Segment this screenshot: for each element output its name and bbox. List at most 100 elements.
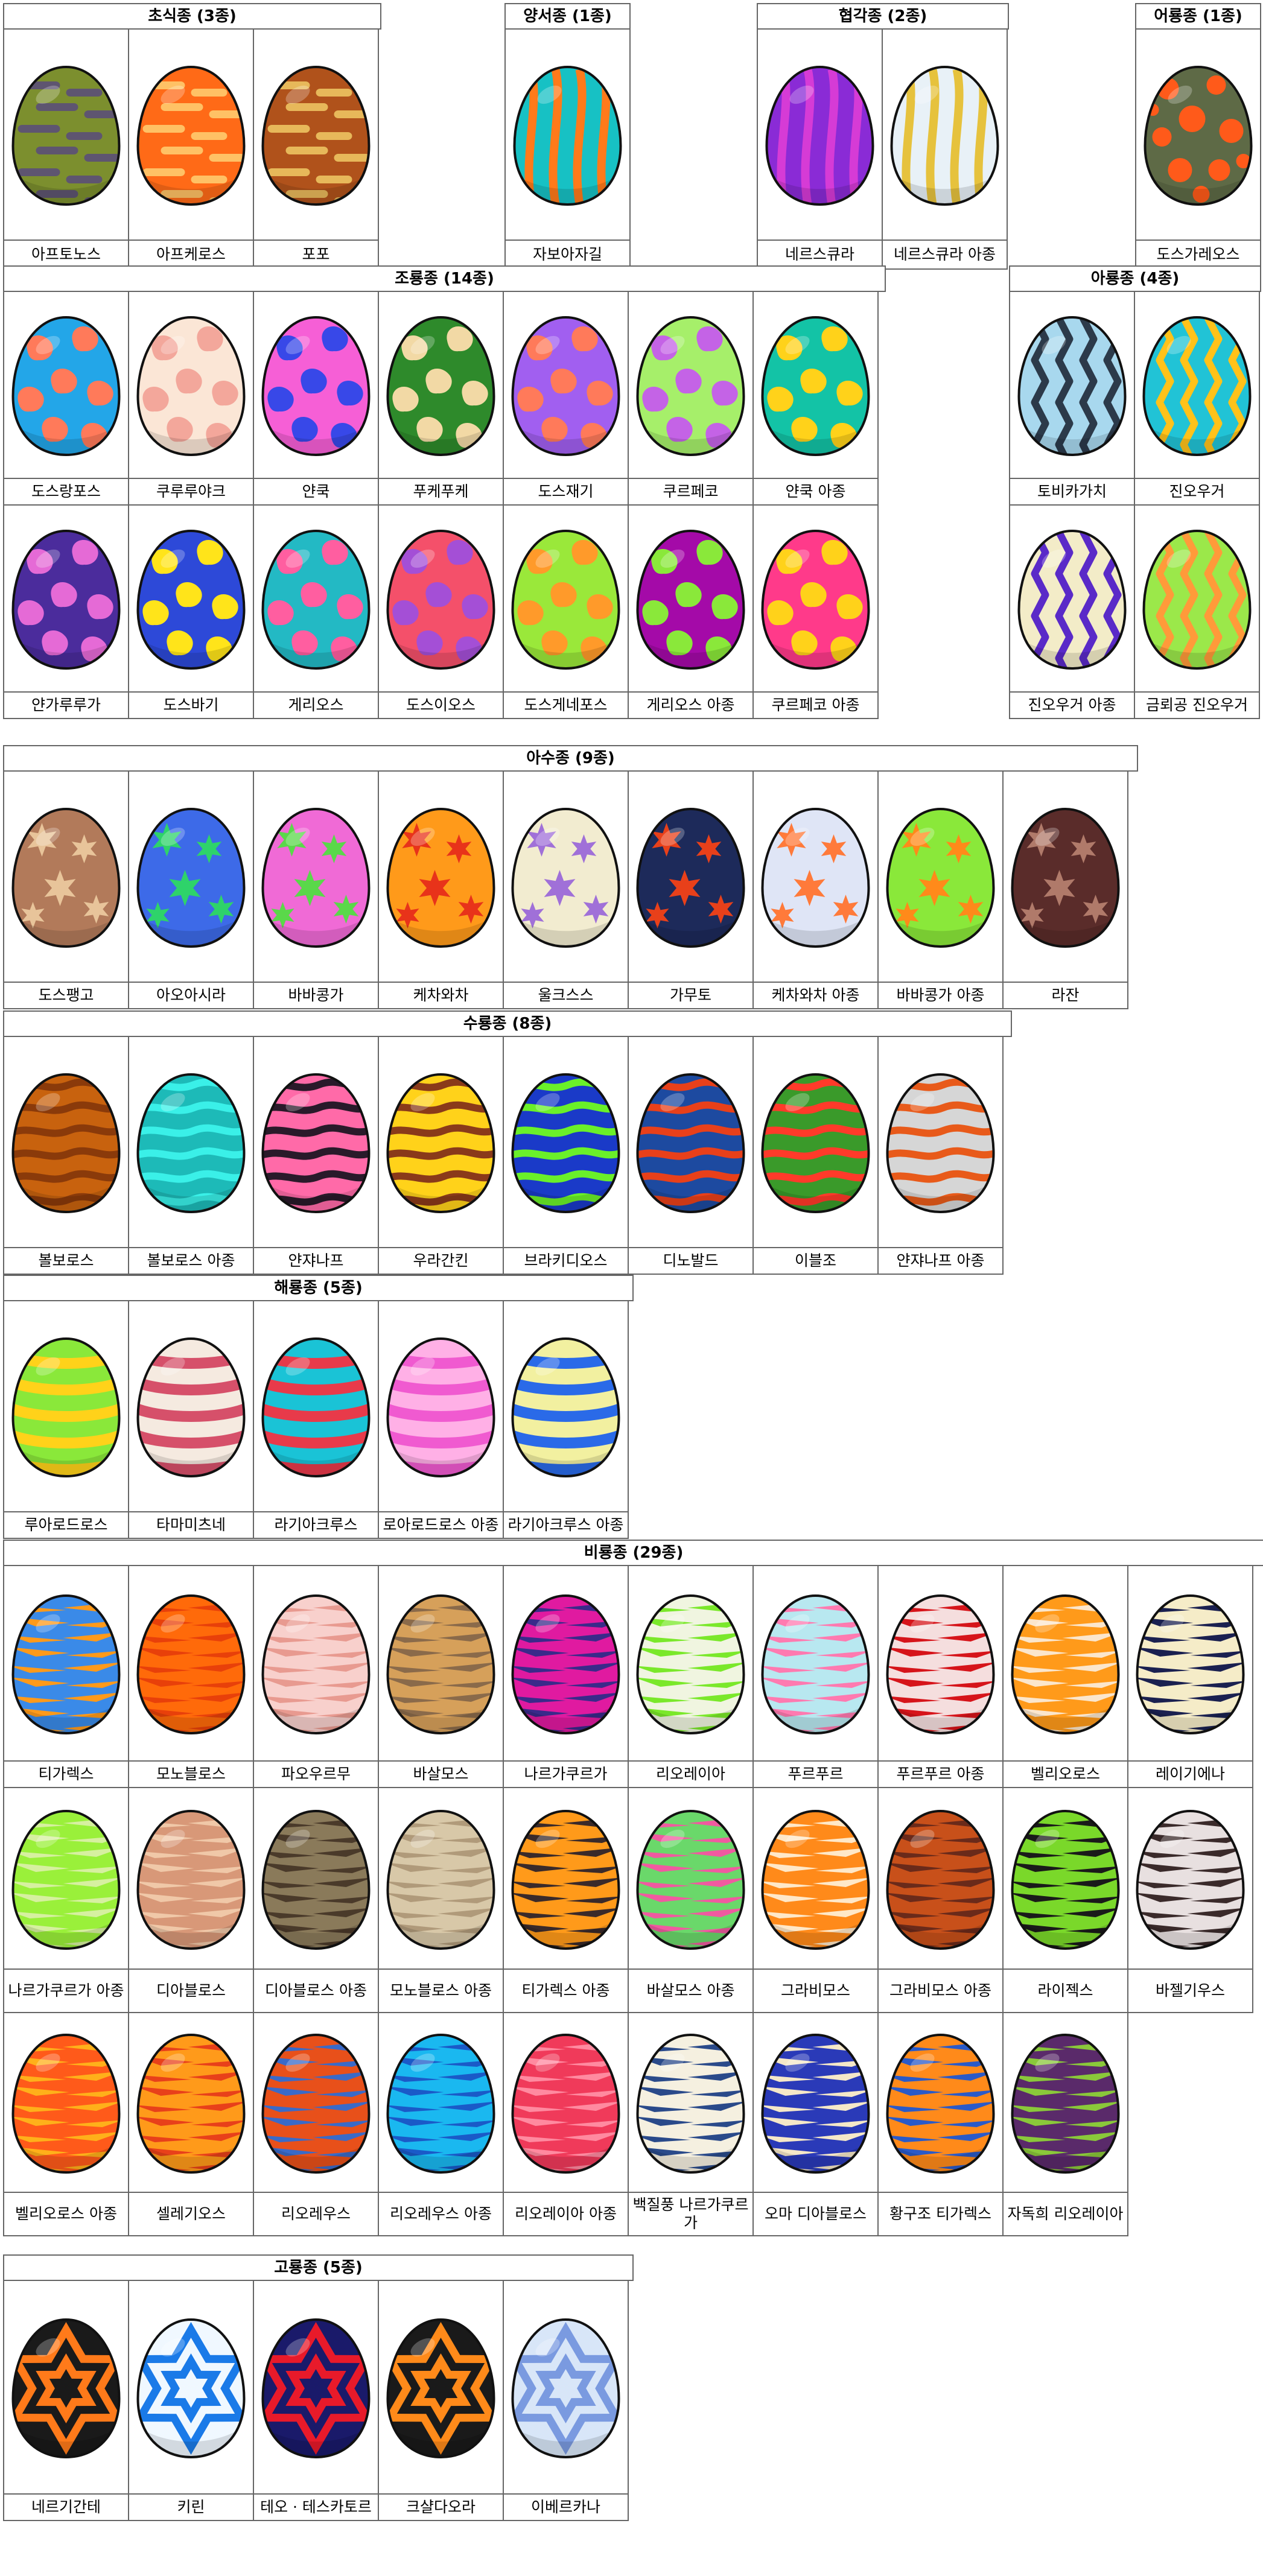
egg-icon: [129, 2013, 253, 2194]
egg-name: 게리오스 아종: [629, 691, 752, 718]
egg-icon: [379, 2281, 503, 2496]
egg-name: 토비카가치: [1010, 478, 1134, 504]
egg-cell: 아오아시라: [128, 770, 254, 1009]
egg-cell: 셀레기오스: [128, 2012, 254, 2236]
egg-name: 얀쿡: [254, 478, 378, 504]
egg-cell: 파오우르무: [253, 1565, 379, 1788]
egg-cell: 타마미츠네: [128, 1300, 254, 1539]
group-title: 수룡종 (8종): [3, 1010, 1012, 1037]
egg-name: 도스바기: [129, 691, 253, 718]
egg-cell: 키린: [128, 2280, 254, 2521]
egg-icon: [1004, 1788, 1127, 1971]
egg-cell: 나르가쿠르가: [503, 1565, 629, 1788]
egg-icon: [379, 506, 503, 694]
egg-cell: 리오레이아 아종: [503, 2012, 629, 2236]
egg-icon: [129, 1788, 253, 1971]
egg-name: 라기아크루스: [254, 1511, 378, 1538]
egg-name: 푸르푸르: [754, 1760, 877, 1787]
egg-cell: 얀쟈나프 아종: [877, 1036, 1004, 1275]
egg-cell: 모노블로스: [128, 1565, 254, 1788]
egg-name: 루아로드로스: [4, 1511, 128, 1538]
egg-cell: 티가렉스: [3, 1565, 129, 1788]
egg-name: 쿠루루야크: [129, 478, 253, 504]
egg-cell: 금뢰공 진오우거: [1134, 504, 1260, 719]
egg-name: 로아로드로스 아종: [379, 1511, 503, 1538]
egg-name: 리오레이아 아종: [504, 2192, 628, 2235]
egg-name: 우라간킨: [379, 1247, 503, 1274]
egg-icon: [1128, 1566, 1252, 1763]
egg-name: 네르기간테: [4, 2493, 128, 2520]
egg-name: 타마미츠네: [129, 1511, 253, 1538]
egg-name: 티가렉스 아종: [504, 1968, 628, 2012]
egg-icon: [754, 506, 877, 694]
egg-name: 볼보로스 아종: [129, 1247, 253, 1274]
egg-cell: 그라비모스: [752, 1787, 879, 2013]
egg-icon: [629, 1788, 752, 1971]
egg-cell: 바살모스: [378, 1565, 504, 1788]
egg-name: 테오 · 테스카토르: [254, 2493, 378, 2520]
egg-name: 도스이오스: [379, 691, 503, 718]
egg-cell: 리오레우스 아종: [378, 2012, 504, 2236]
egg-cell: 가무토: [628, 770, 754, 1009]
egg-icon: [4, 772, 128, 984]
egg-icon: [379, 1566, 503, 1763]
egg-name: 도스랑포스: [4, 478, 128, 504]
egg-name: 금뢰공 진오우거: [1135, 691, 1259, 718]
egg-cell: 진오우거 아종: [1009, 504, 1135, 719]
egg-icon: [1128, 1788, 1252, 1971]
egg-cell: 바젤기우스: [1127, 1787, 1253, 2013]
egg-name: 푸르푸르 아종: [879, 1760, 1002, 1787]
egg-name: 바젤기우스: [1128, 1968, 1252, 2012]
egg-icon: [754, 292, 877, 480]
egg-cell: 라기아크루스 아종: [503, 1300, 629, 1539]
egg-icon: [4, 292, 128, 480]
egg-icon: [379, 2013, 503, 2194]
group-title: 조룡종 (14종): [3, 265, 886, 292]
egg-name: 황구조 티가렉스: [879, 2192, 1002, 2235]
egg-icon: [254, 1037, 378, 1249]
egg-name: 모노블로스 아종: [379, 1968, 503, 2012]
egg-name: 리오레우스 아종: [379, 2192, 503, 2235]
group-title: 어룡종 (1종): [1135, 3, 1261, 30]
egg-cell: 벨리오로스: [1002, 1565, 1128, 1788]
egg-name: 나르가쿠르가: [504, 1760, 628, 1787]
egg-icon: [4, 1037, 128, 1249]
egg-name: 자보아자길: [506, 240, 629, 268]
egg-icon: [129, 2281, 253, 2496]
egg-cell: 아프케로스: [128, 28, 254, 270]
egg-icon: [129, 1037, 253, 1249]
egg-name: 모노블로스: [129, 1760, 253, 1787]
egg-cell: 라이젝스: [1002, 1787, 1128, 2013]
egg-name: 아프케로스: [129, 240, 253, 268]
egg-icon: [4, 1301, 128, 1514]
egg-icon: [1004, 2013, 1127, 2194]
egg-cell: 푸르푸르: [752, 1565, 879, 1788]
egg-cell: 이베르카나: [503, 2280, 629, 2521]
egg-icon: [4, 2281, 128, 2496]
egg-icon: [379, 292, 503, 480]
egg-cell: 나르가쿠르가 아종: [3, 1787, 129, 2013]
egg-cell: 자독희 리오레이아: [1002, 2012, 1128, 2236]
egg-name: 바살모스: [379, 1760, 503, 1787]
egg-cell: 도스팽고: [3, 770, 129, 1009]
egg-name: 오마 디아블로스: [754, 2192, 877, 2235]
egg-name: 얀쿡 아종: [754, 478, 877, 504]
group-title: 양서종 (1종): [504, 3, 631, 30]
egg-cell: 황구조 티가렉스: [877, 2012, 1004, 2236]
egg-name: 쿠르페코: [629, 478, 752, 504]
egg-icon: [254, 30, 378, 242]
egg-icon: [504, 2013, 628, 2194]
group-title: 고룡종 (5종): [3, 2254, 634, 2281]
egg-cell: 레이기에나: [1127, 1565, 1253, 1788]
egg-name: 자독희 리오레이아: [1004, 2192, 1127, 2235]
egg-name: 얀쟈나프: [254, 1247, 378, 1274]
egg-cell: 게리오스 아종: [628, 504, 754, 719]
egg-icon: [254, 2013, 378, 2194]
egg-cell: 얀쟈나프: [253, 1036, 379, 1275]
egg-name: 도스재기: [504, 478, 628, 504]
egg-cell: 바바콩가: [253, 770, 379, 1009]
egg-name: 케차와차: [379, 982, 503, 1008]
egg-cell: 울크스스: [503, 770, 629, 1009]
egg-icon: [504, 772, 628, 984]
egg-name: 푸케푸케: [379, 478, 503, 504]
